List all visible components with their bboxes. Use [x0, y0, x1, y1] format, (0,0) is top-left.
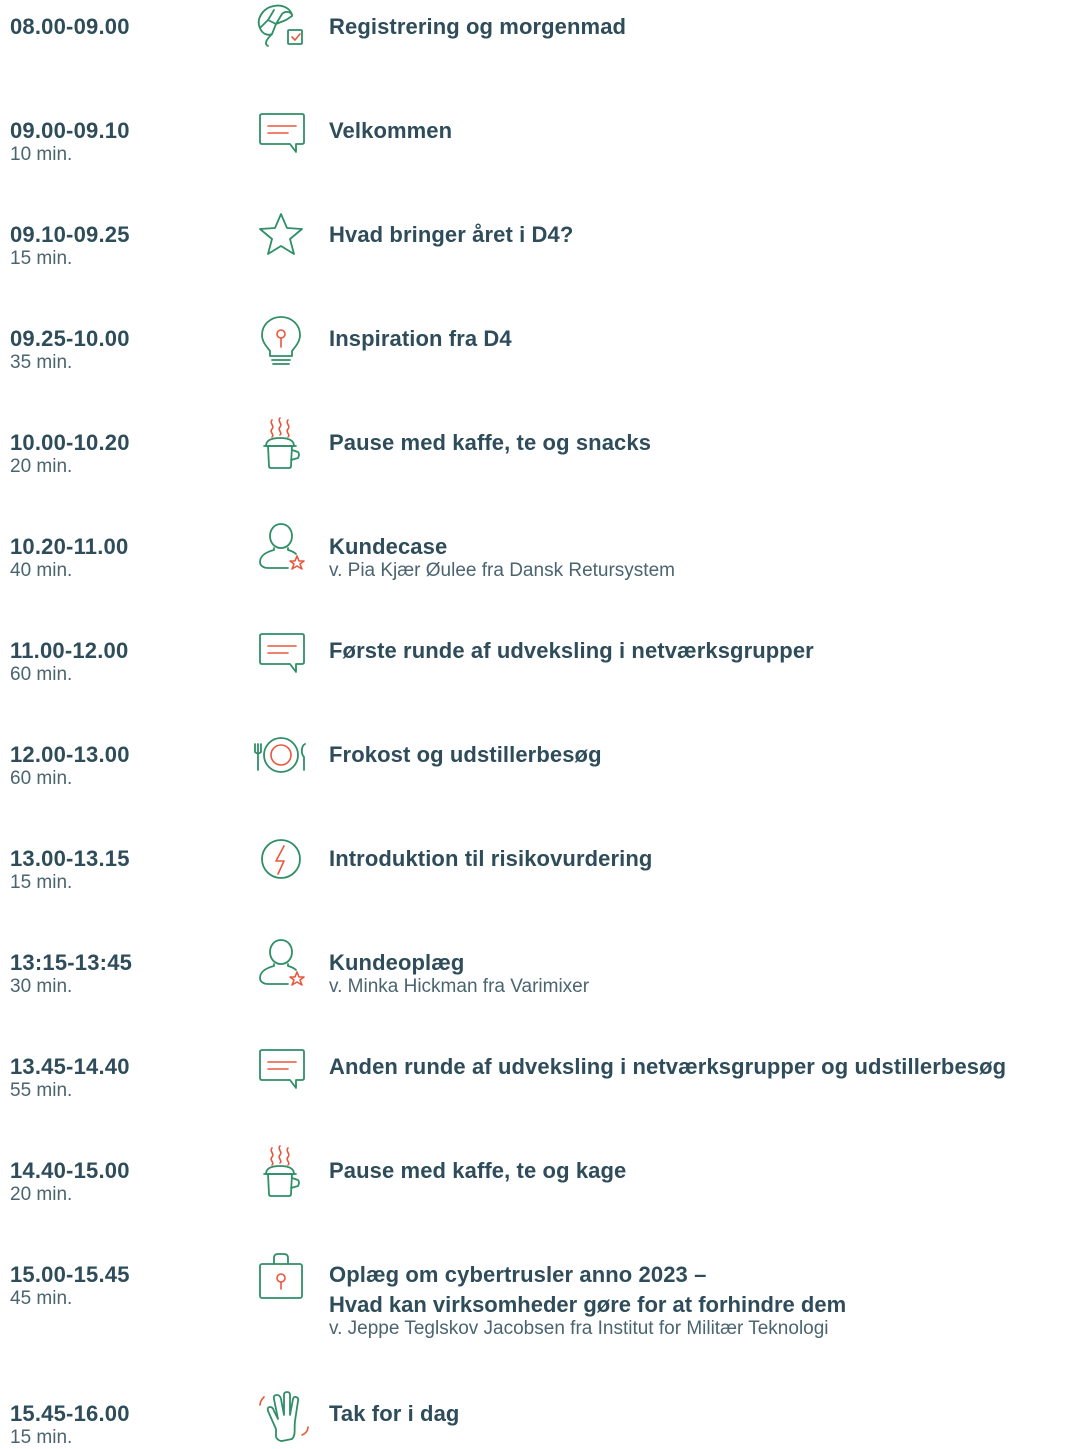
duration: 15 min.	[10, 1427, 73, 1448]
session-title: Tak for i dag	[329, 1401, 460, 1426]
time-range: 13:15-13:45	[10, 950, 133, 975]
duration: 30 min.	[10, 976, 73, 997]
duration: 20 min.	[10, 456, 73, 477]
duration: 45 min.	[10, 1288, 73, 1309]
duration: 10 min.	[10, 144, 73, 165]
speech-bubble-icon	[252, 626, 310, 680]
session-title: Kundeoplæg	[329, 950, 465, 975]
session-title-line2: Hvad kan virksomheder gøre for at forhin…	[329, 1292, 847, 1317]
session-title: Registrering og morgenmad	[329, 14, 627, 39]
session-speaker: v. Jeppe Teglskov Jacobsen fra Institut …	[329, 1318, 829, 1339]
session-title: Hvad bringer året i D4?	[329, 222, 574, 247]
session-speaker: v. Minka Hickman fra Varimixer	[329, 976, 590, 997]
time-range: 09.25-10.00	[10, 326, 130, 351]
time-range: 08.00-09.00	[10, 14, 130, 39]
person-star-icon	[252, 522, 310, 576]
session-title: Velkommen	[329, 118, 453, 143]
duration: 55 min.	[10, 1080, 73, 1101]
session-title: Pause med kaffe, te og kage	[329, 1158, 627, 1183]
lightning-icon	[252, 834, 310, 888]
time-range: 15.45-16.00	[10, 1401, 130, 1426]
waving-hand-icon	[252, 1389, 310, 1443]
time-range: 14.40-15.00	[10, 1158, 130, 1183]
duration: 15 min.	[10, 248, 73, 269]
time-range: 09.10-09.25	[10, 222, 130, 247]
session-title: Introduktion til risikovurdering	[329, 846, 653, 871]
session-title: Anden runde af udveksling i netværksgrup…	[329, 1054, 1007, 1079]
session-speaker: v. Pia Kjær Øulee fra Dansk Retursystem	[329, 560, 675, 581]
speech-bubble-icon	[252, 106, 310, 160]
agenda-list: 08.00-09.00 Registrering og morgenmad 09.…	[0, 0, 1065, 1449]
plate-cutlery-icon	[252, 730, 310, 784]
duration: 20 min.	[10, 1184, 73, 1205]
coffee-cup-icon	[252, 1145, 310, 1200]
time-range: 10.20-11.00	[10, 534, 129, 559]
duration: 60 min.	[10, 768, 73, 789]
time-range: 13.00-13.15	[10, 846, 130, 871]
padlock-icon	[252, 1250, 310, 1304]
time-range: 13.45-14.40	[10, 1054, 130, 1079]
coffee-cup-icon	[252, 417, 310, 472]
croissant-icon	[252, 2, 310, 56]
session-title: Kundecase	[329, 534, 448, 559]
session-title: Pause med kaffe, te og snacks	[329, 430, 652, 455]
session-title: Første runde af udveksling i netværksgru…	[329, 638, 814, 663]
time-range: 10.00-10.20	[10, 430, 130, 455]
person-star-icon	[252, 938, 310, 992]
session-title: Inspiration fra D4	[329, 326, 512, 351]
time-range: 15.00-15.45	[10, 1262, 130, 1287]
time-range: 09.00-09.10	[10, 118, 130, 143]
session-title: Frokost og udstillerbesøg	[329, 742, 602, 767]
lightbulb-icon	[252, 314, 310, 368]
duration: 15 min.	[10, 872, 73, 893]
time-range: 11.00-12.00	[10, 638, 129, 663]
duration: 60 min.	[10, 664, 73, 685]
duration: 35 min.	[10, 352, 73, 373]
speech-bubble-icon	[252, 1042, 310, 1096]
star-icon	[252, 210, 310, 264]
session-title: Oplæg om cybertrusler anno 2023 –	[329, 1262, 707, 1287]
duration: 40 min.	[10, 560, 73, 581]
time-range: 12.00-13.00	[10, 742, 130, 767]
